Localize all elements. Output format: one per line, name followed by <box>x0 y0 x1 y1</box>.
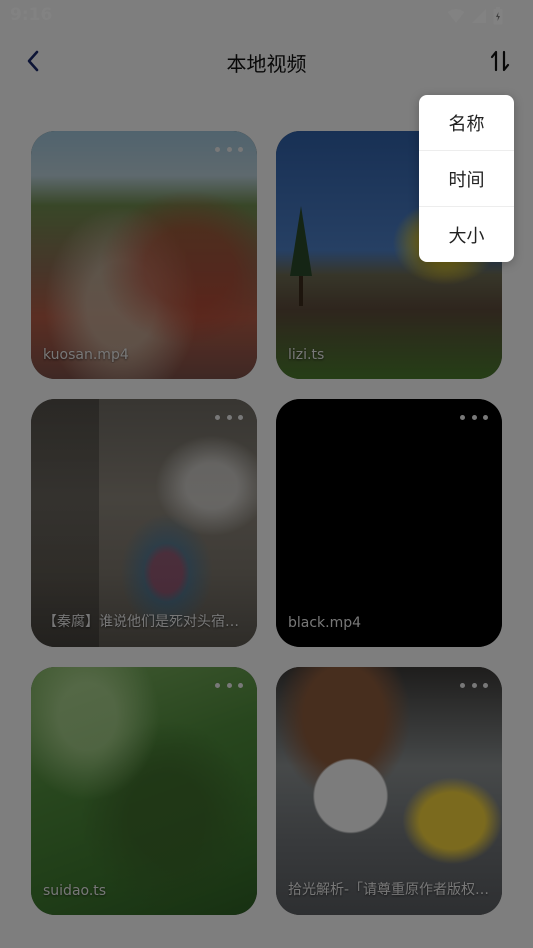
sort-menu: 名称 时间 大小 <box>419 95 514 262</box>
sort-by-time-item[interactable]: 时间 <box>419 150 514 206</box>
sort-by-size-item[interactable]: 大小 <box>419 206 514 262</box>
sort-by-name-item[interactable]: 名称 <box>419 95 514 150</box>
